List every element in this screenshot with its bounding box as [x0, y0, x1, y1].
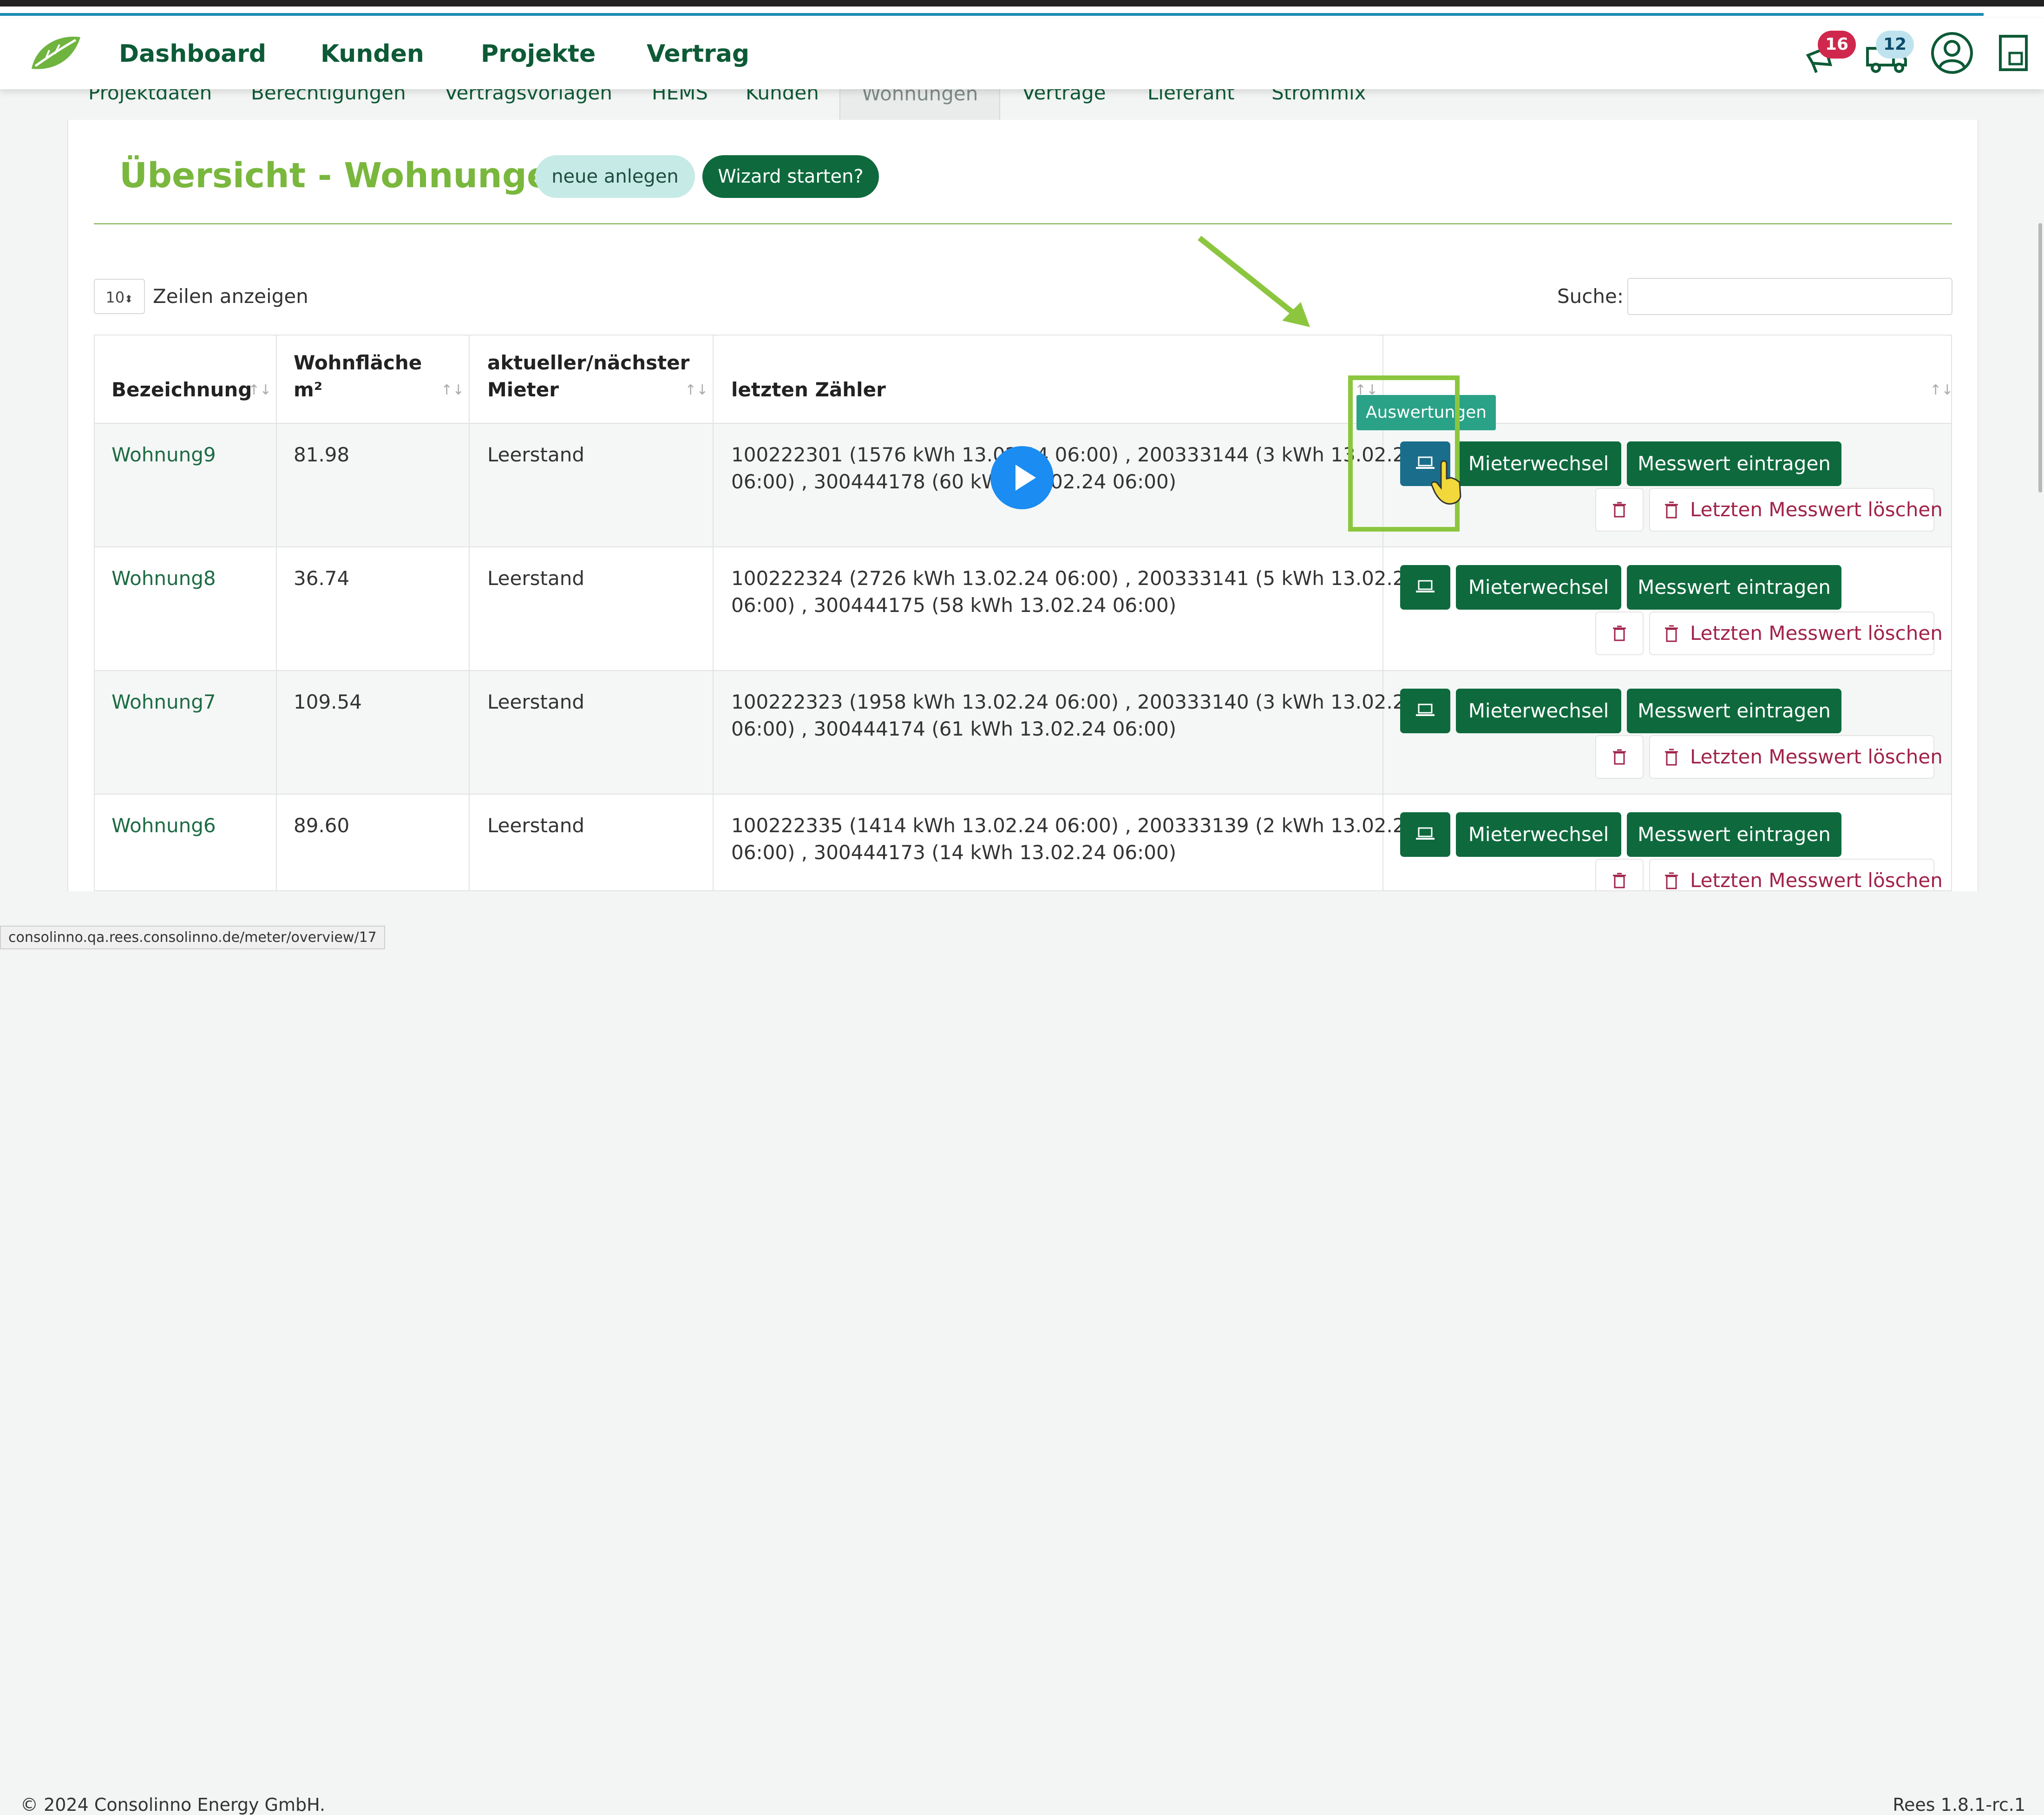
nav-projekte[interactable]: Projekte — [481, 37, 596, 71]
user-profile-icon[interactable] — [1929, 30, 1975, 76]
apartment-link[interactable]: Wohnung7 — [111, 689, 216, 716]
message-badge: 12 — [1876, 31, 1914, 59]
meter-readings-line2: 06:00) , 300444175 (58 kWh 13.02.24 06:0… — [731, 594, 1177, 617]
header-bezeichnung[interactable]: Bezeichnung — [111, 376, 252, 403]
evaluations-button[interactable] — [1400, 689, 1450, 733]
sort-icon[interactable]: ↑↓ — [441, 382, 464, 398]
evaluations-button[interactable] — [1400, 812, 1450, 857]
meter-readings-line1: 100222335 (1414 kWh 13.02.24 06:00) , 20… — [731, 814, 1418, 837]
annotation-highlight-box — [1348, 375, 1460, 532]
apartment-tenant: Leerstand — [487, 814, 584, 837]
page-length-select[interactable]: 10⬍ — [94, 279, 145, 314]
delete-last-reading-label: Letzten Messwert löschen — [1690, 745, 1943, 768]
search-label: Suche: — [1557, 285, 1624, 308]
meter-readings-line2: 06:00) , 300444174 (61 kWh 13.02.24 06:0… — [731, 717, 1177, 740]
hand-cursor-icon — [1431, 460, 1461, 505]
meter-readings-line2: 06:00) , 300444178 (60 kWh 13.02.24 06:0… — [731, 470, 1177, 493]
trash-icon — [1613, 873, 1626, 888]
header-zaehler[interactable]: letzten Zähler — [731, 376, 886, 403]
nav-vertrag[interactable]: Vertrag — [647, 37, 749, 71]
delete-last-reading-label: Letzten Messwert löschen — [1690, 869, 1943, 891]
apartment-area: 81.98 — [294, 443, 350, 466]
apartment-tenant: Leerstand — [487, 567, 584, 590]
nav-dashboard[interactable]: Dashboard — [119, 37, 266, 71]
table-row: Wohnung7 109.54 Leerstand 100222323 (195… — [94, 671, 1952, 795]
meter-readings-line2: 06:00) , 300444173 (14 kWh 13.02.24 06:0… — [731, 841, 1177, 864]
video-play-button[interactable] — [990, 446, 1054, 509]
scrollbar[interactable] — [2038, 223, 2042, 493]
apartment-area: 89.60 — [294, 814, 350, 837]
header-mieter-line2: Mieter — [487, 378, 559, 401]
annotation-arrow-icon — [1198, 236, 1310, 327]
play-icon — [1015, 465, 1036, 491]
header-wohnflaeche-unit: m² — [294, 378, 323, 401]
search-input[interactable] — [1627, 278, 1952, 315]
apartment-link[interactable]: Wohnung6 — [111, 812, 216, 839]
delete-button[interactable] — [1595, 612, 1644, 655]
sort-icon[interactable]: ↑↓ — [248, 382, 271, 398]
start-wizard-button[interactable]: Wizard starten? — [702, 155, 879, 198]
header-mieter[interactable]: aktueller/nächster — [487, 349, 689, 376]
tenant-change-button[interactable]: Mieterwechsel — [1456, 565, 1621, 610]
delete-last-reading-button[interactable]: Letzten Messwert löschen — [1649, 859, 1943, 890]
meter-readings-line1: 100222324 (2726 kWh 13.02.24 06:00) , 20… — [731, 567, 1418, 590]
delete-last-reading-button[interactable]: Letzten Messwert löschen — [1649, 735, 1943, 779]
apartment-area: 109.54 — [294, 690, 362, 713]
loading-bar — [0, 13, 1984, 16]
page-length-label: Zeilen anzeigen — [153, 285, 308, 308]
tenant-change-button[interactable]: Mieterwechsel — [1456, 441, 1621, 486]
laptop-icon — [1416, 827, 1435, 840]
enter-reading-button[interactable]: Messwert eintragen — [1627, 565, 1841, 610]
delete-last-reading-label: Letzten Messwert löschen — [1690, 622, 1943, 644]
laptop-icon — [1416, 704, 1435, 716]
trash-icon — [1665, 501, 1678, 519]
meter-readings-line1: 100222301 (1576 kWh 13.02.24 06:00) , 20… — [731, 443, 1418, 466]
table-header: Bezeichnung ↑↓ Wohnfläche m² ↑↓ aktuelle… — [94, 335, 1953, 425]
browser-status-url: consolinno.qa.rees.consolinno.de/meter/o… — [0, 926, 385, 949]
browser-chrome — [0, 0, 2044, 7]
copyright-text: © 2024 Consolinno Energy GmbH. — [20, 1795, 326, 1815]
logout-icon[interactable] — [1991, 30, 2037, 76]
top-navbar: Dashboard Kunden Projekte Vertrag 16 12 — [0, 19, 2044, 89]
version-text: Rees 1.8.1-rc.1 — [1893, 1795, 2025, 1815]
header-wohnflaeche[interactable]: Wohnfläche — [294, 349, 422, 376]
trash-icon — [1613, 625, 1626, 641]
table-row: Wohnung6 89.60 Leerstand 100222335 (1414… — [94, 795, 1952, 891]
delete-last-reading-button[interactable]: Letzten Messwert löschen — [1649, 612, 1943, 655]
delete-last-reading-label: Letzten Messwert löschen — [1690, 498, 1943, 521]
table-row: Wohnung8 36.74 Leerstand 100222324 (2726… — [94, 547, 1952, 671]
notification-badge: 16 — [1818, 31, 1856, 59]
delete-last-reading-button[interactable]: Letzten Messwert löschen — [1649, 488, 1943, 532]
delete-button[interactable] — [1595, 735, 1644, 779]
enter-reading-button[interactable]: Messwert eintragen — [1627, 441, 1841, 486]
laptop-icon — [1416, 580, 1435, 592]
delete-button[interactable] — [1595, 488, 1644, 532]
sort-icon[interactable]: ↑↓ — [685, 382, 708, 398]
title-divider — [94, 223, 1952, 224]
tenant-change-button[interactable]: Mieterwechsel — [1456, 812, 1621, 857]
trash-icon — [1665, 625, 1678, 642]
leaf-logo-icon[interactable] — [27, 32, 83, 74]
sort-icon[interactable]: ↑↓ — [1930, 382, 1953, 398]
evaluations-button[interactable] — [1400, 565, 1450, 610]
enter-reading-button[interactable]: Messwert eintragen — [1627, 689, 1841, 733]
meter-readings-line1: 100222323 (1958 kWh 13.02.24 06:00) , 20… — [731, 690, 1418, 713]
new-apartment-button[interactable]: neue anlegen — [535, 155, 695, 198]
apartment-tenant: Leerstand — [487, 443, 584, 466]
trash-icon — [1613, 749, 1626, 765]
trash-icon — [1665, 872, 1678, 889]
apartment-tenant: Leerstand — [487, 690, 584, 713]
delete-button[interactable] — [1595, 859, 1644, 890]
nav-kunden[interactable]: Kunden — [321, 37, 424, 71]
trash-icon — [1665, 749, 1678, 766]
apartment-area: 36.74 — [294, 567, 350, 590]
tenant-change-button[interactable]: Mieterwechsel — [1456, 689, 1621, 733]
browser-top-strip — [0, 0, 2044, 19]
apartment-link[interactable]: Wohnung9 — [111, 441, 216, 468]
enter-reading-button[interactable]: Messwert eintragen — [1627, 812, 1841, 857]
trash-icon — [1613, 502, 1626, 518]
page-title: Übersicht - Wohnungen — [119, 156, 575, 196]
apartment-link[interactable]: Wohnung8 — [111, 565, 216, 592]
